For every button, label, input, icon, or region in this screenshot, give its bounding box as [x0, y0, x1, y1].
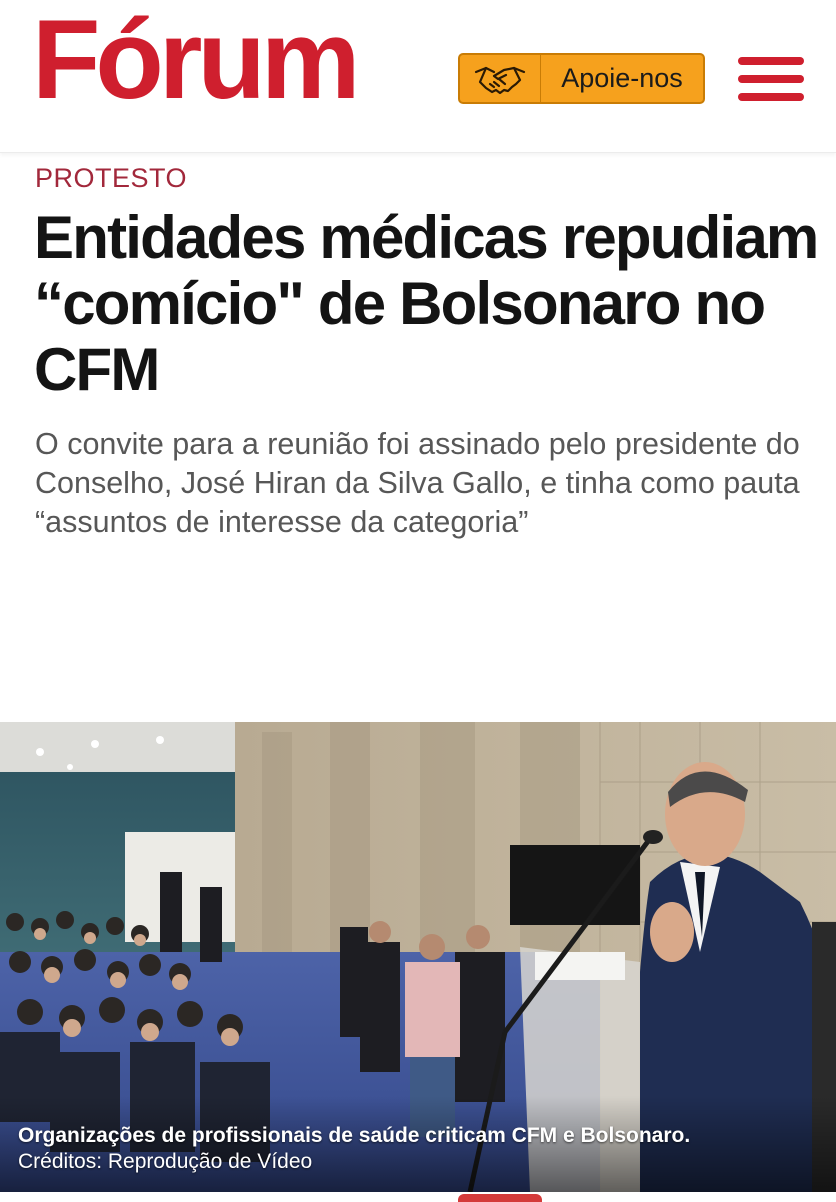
site-header: Fórum Apoie-nos: [0, 0, 836, 153]
article-photo[interactable]: [0, 722, 836, 1192]
photo-caption: Organizações de profissionais de saúde c…: [18, 1124, 691, 1147]
hamburger-menu-icon[interactable]: [738, 57, 804, 101]
menu-line: [738, 57, 804, 65]
site-logo[interactable]: Fórum: [32, 2, 360, 118]
menu-line: [738, 93, 804, 101]
handshake-icon: [460, 55, 541, 102]
article-title: Entidades médicas repudiam “comício" de …: [34, 204, 819, 403]
floating-tab-hint[interactable]: [458, 1194, 542, 1202]
menu-line: [738, 75, 804, 83]
bottom-edge: [0, 1192, 836, 1200]
support-button[interactable]: Apoie-nos: [458, 53, 705, 104]
article-subtitle: O convite para a reunião foi assinado pe…: [35, 427, 800, 539]
photo-credits: Créditos: Reprodução de Vídeo: [18, 1150, 313, 1173]
support-button-label: Apoie-nos: [561, 63, 683, 93]
article-category[interactable]: PROTESTO: [35, 163, 187, 194]
